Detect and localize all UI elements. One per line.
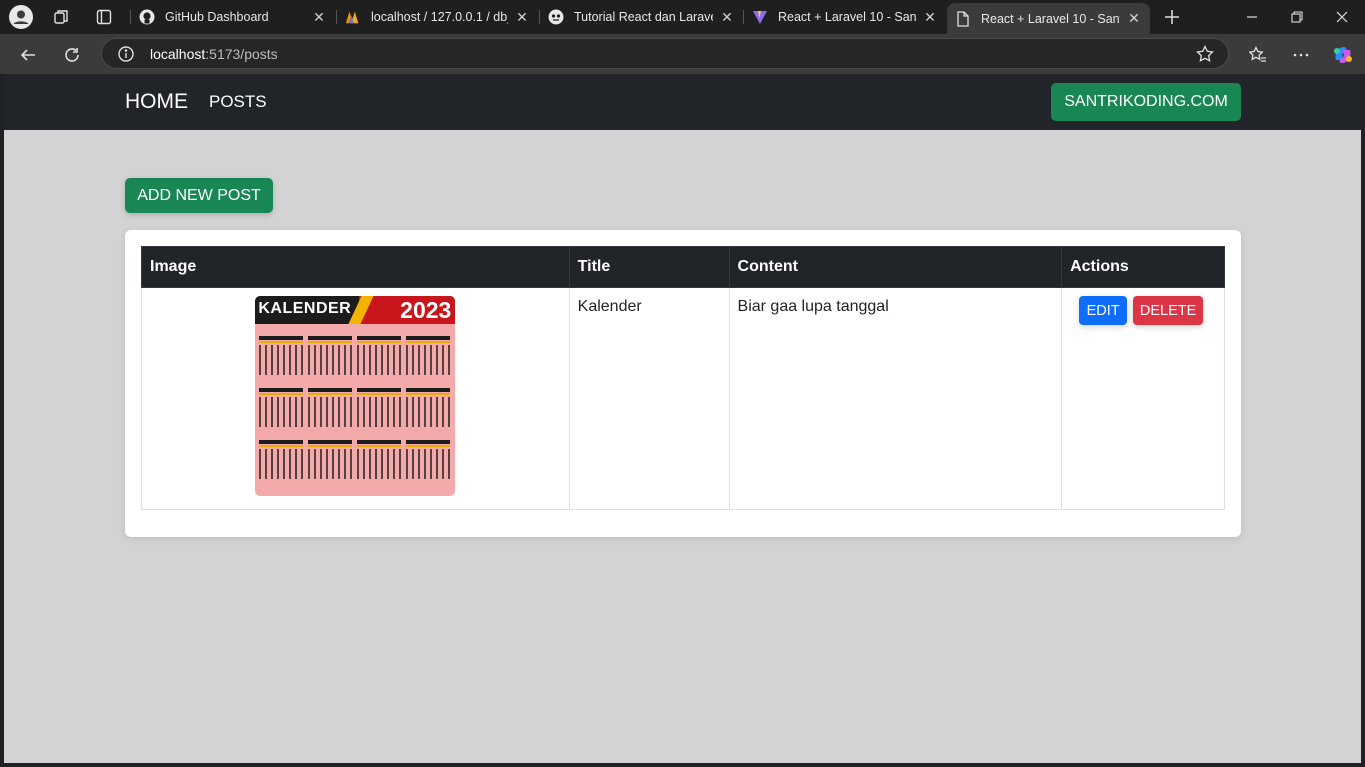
tab-react-laravel-active[interactable]: React + Laravel 10 - Santri ✕ xyxy=(947,3,1150,34)
reload-icon[interactable] xyxy=(58,41,86,69)
tab-title: Tutorial React dan Laravel xyxy=(574,10,713,24)
back-arrow-icon[interactable] xyxy=(14,41,42,69)
profile-avatar-icon[interactable] xyxy=(9,5,33,29)
add-new-post-button[interactable]: ADD NEW POST xyxy=(125,178,273,213)
restore-icon[interactable] xyxy=(1274,0,1320,34)
nav-home-link[interactable]: HOME xyxy=(125,90,188,114)
close-window-icon[interactable] xyxy=(1319,0,1365,34)
santrikoding-button[interactable]: SANTRIKODING.COM xyxy=(1051,83,1241,121)
content-cell: Biar gaa lupa tanggal xyxy=(728,287,1063,510)
url-text[interactable]: localhost:5173/posts xyxy=(150,46,278,62)
nav-posts-link[interactable]: POSTS xyxy=(209,92,267,112)
header-actions: Actions xyxy=(1061,246,1225,288)
image-cell: KALENDER 2023 xyxy=(141,287,570,510)
workspaces-icon[interactable] xyxy=(50,5,74,29)
site-info-icon[interactable] xyxy=(117,45,135,68)
url-path: :5173/posts xyxy=(205,46,278,62)
address-bar[interactable]: localhost:5173/posts xyxy=(101,38,1229,69)
tab-tutorial-react-laravel[interactable]: Tutorial React dan Laravel ✕ xyxy=(540,4,743,30)
page-viewport: HOME POSTS SANTRIKODING.COM ADD NEW POST… xyxy=(4,74,1361,763)
thumbnail-year: 2023 xyxy=(400,297,452,323)
more-menu-icon[interactable] xyxy=(1287,41,1315,69)
url-host: localhost xyxy=(150,46,206,62)
copilot-icon[interactable] xyxy=(1329,41,1357,69)
close-icon[interactable]: ✕ xyxy=(311,9,327,25)
thumbnail-caption: KALENDER xyxy=(258,300,352,317)
post-thumbnail-image: KALENDER 2023 xyxy=(255,296,456,496)
close-icon[interactable]: ✕ xyxy=(1126,10,1142,27)
posts-table: Image Title Content Actions KALENDER 202… xyxy=(141,246,1225,510)
browser-tab-bar: GitHub Dashboard ✕ localhost / 127.0.0.1… xyxy=(0,0,1365,34)
tab-phpmyadmin[interactable]: localhost / 127.0.0.1 / db_la ✕ xyxy=(337,4,538,30)
tab-title: localhost / 127.0.0.1 / db_la xyxy=(371,10,508,24)
header-title: Title xyxy=(568,246,730,288)
edit-button[interactable]: EDIT xyxy=(1079,296,1128,325)
close-icon[interactable]: ✕ xyxy=(922,9,938,25)
tab-actions-icon[interactable] xyxy=(92,5,116,29)
tab-react-laravel-vite[interactable]: React + Laravel 10 - Santri ✕ xyxy=(744,4,946,30)
close-icon[interactable]: ✕ xyxy=(719,9,735,25)
tab-title: GitHub Dashboard xyxy=(165,10,269,24)
delete-button[interactable]: DELETE xyxy=(1133,296,1204,325)
close-icon[interactable]: ✕ xyxy=(514,9,530,25)
favorites-icon[interactable] xyxy=(1244,41,1272,69)
posts-card: Image Title Content Actions KALENDER 202… xyxy=(125,230,1241,537)
title-cell: Kalender xyxy=(568,287,730,510)
table-header-row: Image Title Content Actions xyxy=(141,246,1225,288)
browser-toolbar: localhost:5173/posts xyxy=(0,34,1365,74)
tab-title: React + Laravel 10 - Santri xyxy=(778,10,916,24)
forum-icon xyxy=(548,9,564,25)
github-icon xyxy=(139,9,155,25)
header-image: Image xyxy=(141,246,570,288)
table-row: KALENDER 2023 Kalender Biar gaa lupa tan… xyxy=(141,287,1225,510)
page-icon xyxy=(955,10,971,27)
phpmyadmin-icon xyxy=(345,9,361,25)
favorite-star-icon[interactable] xyxy=(1196,44,1214,68)
vite-icon xyxy=(752,9,768,25)
actions-cell: EDIT DELETE xyxy=(1061,287,1225,510)
minimize-icon[interactable] xyxy=(1229,0,1275,34)
tab-github-dashboard[interactable]: GitHub Dashboard ✕ xyxy=(131,4,335,30)
header-content: Content xyxy=(728,246,1063,288)
new-tab-icon[interactable] xyxy=(1160,5,1184,29)
navbar: HOME POSTS SANTRIKODING.COM xyxy=(4,74,1361,130)
tab-title: React + Laravel 10 - Santri xyxy=(981,11,1120,26)
